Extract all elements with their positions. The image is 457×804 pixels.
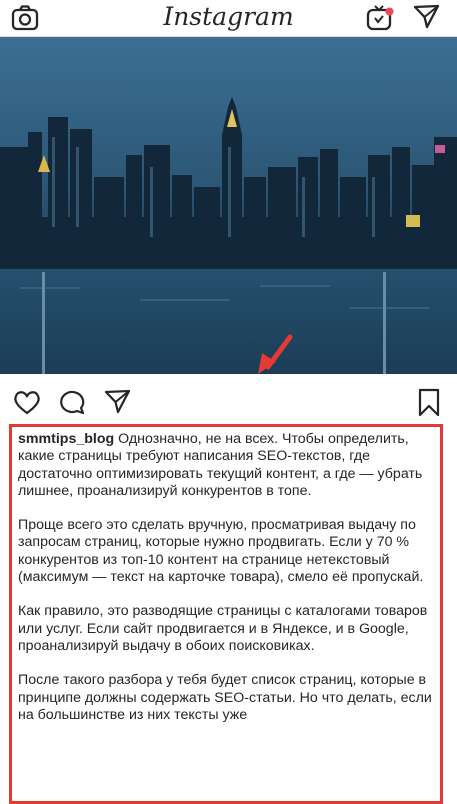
- notification-dot: [385, 3, 394, 21]
- heart-icon[interactable]: [12, 388, 42, 421]
- post-caption: smmtips_blog Однозначно, не на всех. Что…: [12, 427, 440, 724]
- top-bar: Instagram: [0, 0, 457, 37]
- caption-highlight-box: smmtips_blog Однозначно, не на всех. Что…: [9, 424, 443, 804]
- comment-icon[interactable]: [57, 388, 87, 421]
- caption-paragraph-4: После такого разбора у тебя будет список…: [18, 672, 432, 723]
- post-action-bar: [0, 384, 457, 420]
- city-skyline-illustration: [0, 97, 457, 374]
- caption-username[interactable]: smmtips_blog: [18, 431, 114, 447]
- direct-message-icon[interactable]: [412, 3, 442, 36]
- bookmark-icon[interactable]: [416, 388, 442, 423]
- post-image[interactable]: [0, 37, 457, 374]
- caption-paragraph-2: Проще всего это сделать вручную, просмат…: [18, 517, 424, 586]
- caption-paragraph-3: Как правило, это разводящие страницы с к…: [18, 603, 428, 654]
- share-icon[interactable]: [103, 388, 133, 421]
- caption-paragraph-1: smmtips_blog Однозначно, не на всех. Что…: [18, 431, 432, 500]
